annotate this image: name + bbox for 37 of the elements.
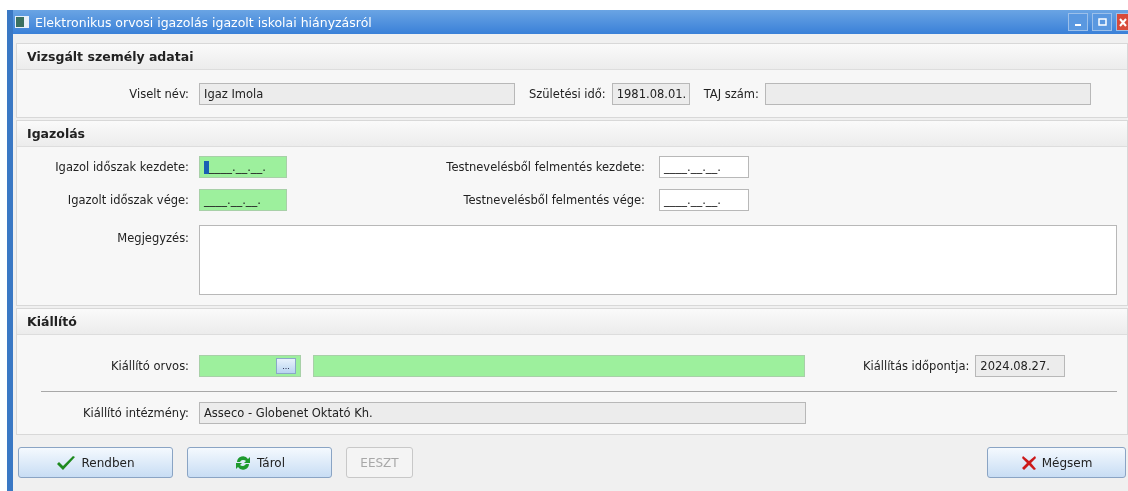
maximize-icon [1097,18,1107,26]
field-label: Testnevelésből felmentés vége: [462,193,645,207]
field-label: Igazolt időszak vége: [66,193,189,207]
window-icon [15,16,29,28]
cross-icon [1020,454,1037,471]
save-button[interactable]: Tárol [187,447,332,478]
ok-button[interactable]: Rendben [18,447,173,478]
name-field[interactable]: Igaz Imola [199,83,515,105]
close-icon [1118,17,1127,27]
checkmark-icon [56,454,77,471]
field-label: Kiállítás időpontja: [863,359,970,373]
close-button[interactable] [1116,13,1128,31]
field-label: Kiállító intézmény: [81,406,189,420]
taj-field[interactable] [764,83,1091,105]
cancel-button[interactable]: Mégsem [987,447,1126,478]
field-label: Megjegyzés: [116,230,189,245]
doctor-code-field[interactable]: ... [199,355,301,377]
birth-date-field[interactable]: 1981.08.01. [611,83,690,105]
minimize-button[interactable] [1068,13,1088,31]
window-title: Elektronikus orvosi igazolás igazolt iskolai hiányzásról [35,14,373,30]
maximize-button[interactable] [1092,13,1112,31]
note-textarea[interactable] [199,225,1117,295]
issue-date-field[interactable]: 2024.08.27. [975,355,1066,377]
refresh-icon [233,453,252,472]
field-label: Születési idő: [529,87,606,101]
date-field[interactable]: ____.__.__. [199,189,287,211]
field-label: TAJ szám: [703,87,759,101]
field-label: Viselt név: [128,87,189,101]
field-label: Igazol időszak kezdete: [54,160,189,174]
date-field[interactable]: ____.__.__. [199,156,287,178]
doctor-name-field[interactable] [313,355,805,377]
browse-button[interactable]: ... [276,358,296,374]
institution-field[interactable]: Asseco - Globenet Oktató Kh. [199,402,806,424]
field-label: Testnevelésből felmentés kezdete: [445,160,645,174]
date-field[interactable]: ____.__.__. [659,156,749,178]
date-field[interactable]: ____.__.__. [659,189,749,211]
field-label: Kiállító orvos: [109,359,189,373]
